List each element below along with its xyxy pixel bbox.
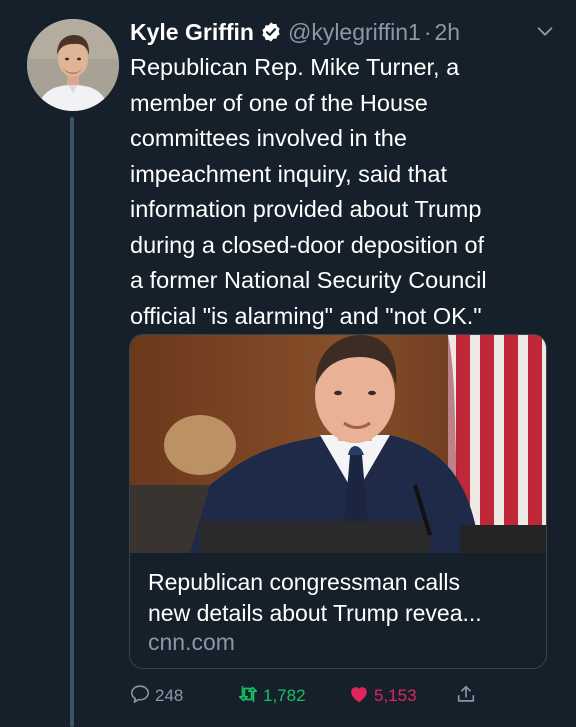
link-card-image[interactable]: [130, 335, 546, 553]
retweet-icon: [237, 683, 263, 710]
tweet-text-line: committees involved in the: [130, 125, 407, 151]
share-icon: [455, 683, 481, 710]
retweet-count: 1,782: [263, 686, 306, 705]
reply-button[interactable]: 248: [129, 680, 183, 712]
tweet-text-line: information provided about Trump: [130, 196, 482, 222]
author-handle[interactable]: @kylegriffin1: [288, 19, 421, 46]
reply-icon: [129, 683, 155, 710]
link-card-title[interactable]: Republican congressman calls new details…: [148, 567, 538, 629]
share-button[interactable]: [455, 680, 481, 712]
link-card-title-line: new details about Trump revea...: [148, 600, 482, 626]
retweet-button[interactable]: 1,782: [237, 680, 306, 712]
tweet-actions: 248 1,782 5,153: [129, 680, 549, 712]
tweet-text: Republican Rep. Mike Turner, a member of…: [130, 50, 550, 334]
tweet-text-line: member of one of the House: [130, 89, 428, 116]
link-card[interactable]: Republican congressman calls new details…: [129, 334, 547, 669]
link-card-title-line: Republican congressman calls: [148, 569, 460, 595]
tweet-header: Kyle Griffin @kylegriffin1 · 2h: [130, 14, 556, 50]
like-button[interactable]: 5,153: [348, 680, 417, 712]
link-card-domain: cnn.com: [148, 629, 235, 655]
tweet[interactable]: Kyle Griffin @kylegriffin1 · 2h Republic…: [0, 0, 576, 727]
reply-count: 248: [155, 686, 184, 705]
author-name[interactable]: Kyle Griffin: [130, 19, 254, 46]
tweet-text-line: a former National Security Council: [130, 267, 487, 293]
verified-badge-icon: [260, 21, 282, 43]
like-count: 5,153: [374, 686, 417, 705]
avatar[interactable]: [27, 19, 119, 111]
like-icon: [348, 683, 374, 710]
separator-dot: ·: [423, 18, 432, 45]
tweet-text-line: impeachment inquiry, said that: [130, 160, 447, 187]
tweet-text-line: during a closed-door deposition of: [130, 231, 485, 258]
chevron-down-icon[interactable]: [534, 20, 556, 42]
tweet-text-line: Republican Rep. Mike Turner, a: [130, 54, 460, 80]
tweet-timestamp[interactable]: 2h: [435, 19, 461, 46]
tweet-text-line: official "is alarming" and "not OK.": [130, 302, 482, 329]
thread-line: [70, 117, 74, 727]
